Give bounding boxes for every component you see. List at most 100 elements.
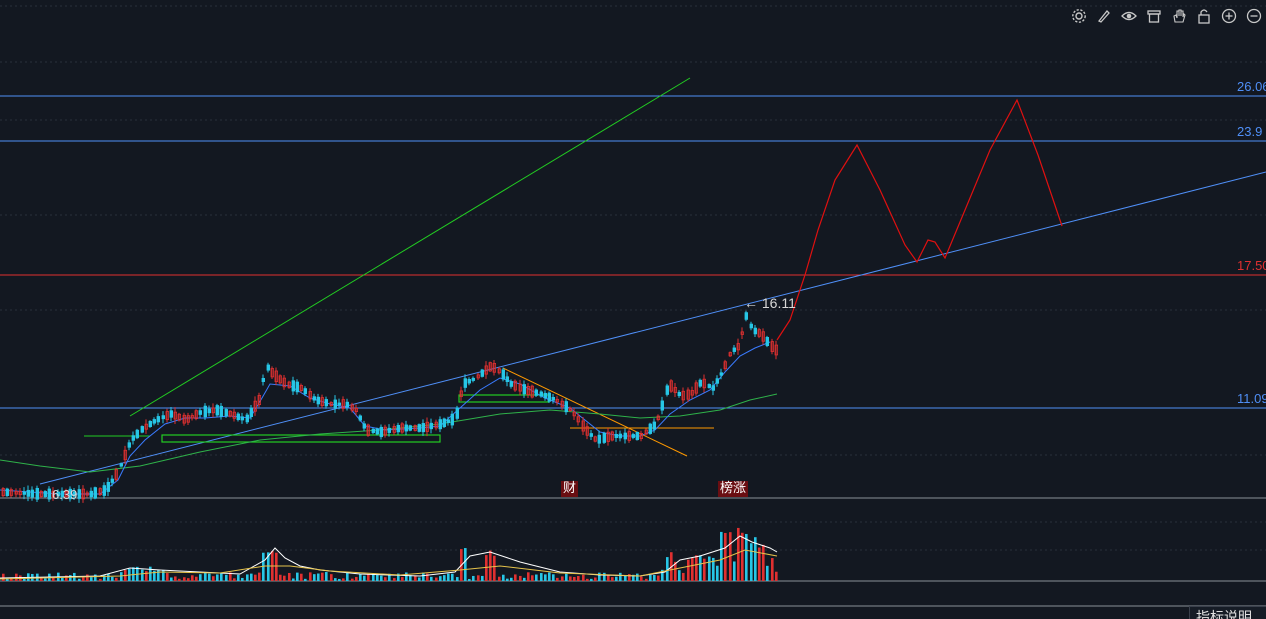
- zoom-out-icon[interactable]: [1241, 5, 1266, 27]
- candle-body: [707, 384, 711, 388]
- candles: [1, 310, 778, 503]
- volume-bar: [682, 572, 685, 581]
- candle-body: [249, 407, 253, 418]
- volume-bar: [208, 573, 211, 581]
- candle-body: [207, 408, 211, 414]
- candle-body: [543, 392, 547, 399]
- candle-body: [5, 488, 9, 496]
- candle-body: [22, 491, 26, 495]
- event-tag-ranking[interactable]: 榜涨: [718, 481, 749, 497]
- candle-body: [396, 424, 400, 433]
- candle-body: [429, 422, 433, 430]
- candle-body: [648, 423, 652, 434]
- volume-bar: [300, 573, 303, 581]
- volume-bar: [401, 577, 404, 581]
- candle-body: [387, 427, 391, 433]
- volume-bar: [502, 574, 505, 581]
- volume-bar: [191, 575, 194, 581]
- volume-bar: [586, 578, 589, 581]
- volume-bar: [691, 557, 694, 581]
- candle-body: [358, 415, 362, 421]
- volume-bar: [141, 569, 144, 581]
- candle-body: [446, 419, 450, 424]
- volume-bar: [325, 572, 328, 581]
- candle-body: [660, 400, 664, 411]
- candle-body: [156, 416, 160, 423]
- volume-bar: [359, 574, 362, 581]
- volume-bar: [737, 527, 740, 581]
- candle-body: [215, 405, 219, 416]
- volume-bar: [170, 577, 173, 581]
- volume-bar: [510, 577, 513, 581]
- volume-bar: [241, 577, 244, 581]
- candle-body: [93, 487, 97, 499]
- candle-body: [719, 372, 723, 376]
- candle-body: [102, 485, 106, 496]
- candle-body: [744, 312, 748, 320]
- candle-body: [291, 380, 295, 392]
- candle-body: [677, 391, 681, 397]
- indicator-description-button[interactable]: 指标说明: [1189, 606, 1266, 619]
- candle-body: [589, 433, 593, 437]
- candle-body: [324, 399, 328, 407]
- volume-bar: [477, 575, 480, 581]
- candle-body: [732, 347, 736, 352]
- candle-body: [421, 423, 425, 433]
- volume-bar: [225, 574, 228, 581]
- volume-ma-yellow: [0, 549, 778, 580]
- event-tag-finance[interactable]: 财: [561, 481, 579, 497]
- volume-bar: [187, 578, 190, 581]
- trash-icon[interactable]: [1141, 5, 1166, 27]
- volume-bar: [556, 577, 559, 581]
- volume-bar: [418, 577, 421, 581]
- volume-bar: [2, 573, 5, 581]
- zoom-in-icon[interactable]: [1216, 5, 1241, 27]
- volume-bar: [363, 575, 366, 581]
- candle-body: [333, 399, 337, 409]
- volume-bar: [367, 574, 370, 581]
- candle-body: [152, 419, 156, 424]
- candle-body: [203, 405, 207, 418]
- pen-icon[interactable]: [1091, 5, 1116, 27]
- volume-bar: [430, 576, 433, 581]
- candle-body: [295, 381, 299, 393]
- lock-icon[interactable]: [1191, 5, 1216, 27]
- volume-bar: [603, 572, 606, 581]
- candle-body: [224, 409, 228, 417]
- chart-toolbar: [1066, 5, 1266, 27]
- volume-bar: [720, 531, 723, 581]
- volume-bar: [733, 561, 736, 581]
- candle-body: [345, 401, 349, 408]
- volume-bar: [636, 573, 639, 581]
- candle-body: [635, 431, 639, 441]
- hand-icon[interactable]: [1166, 5, 1191, 27]
- candle-body: [219, 405, 223, 417]
- candlestick-chart[interactable]: [0, 0, 1266, 619]
- volume-bar: [615, 576, 618, 581]
- volume-bar: [86, 574, 89, 581]
- volume-bar: [309, 572, 312, 581]
- volume-bar: [338, 578, 341, 581]
- candle-body: [127, 442, 131, 448]
- volume-bar: [435, 577, 438, 581]
- volume-bar: [485, 555, 488, 581]
- volume-bar: [111, 576, 114, 581]
- candle-body: [480, 369, 484, 377]
- volume-bar: [569, 576, 572, 581]
- volume-bar: [611, 577, 614, 581]
- volume-bar: [535, 574, 538, 581]
- volume-bar: [687, 559, 690, 581]
- volume-bar: [233, 578, 236, 581]
- volume-bar: [90, 577, 93, 581]
- candle-body: [631, 434, 635, 438]
- volume-bar: [468, 578, 471, 581]
- candle-body: [442, 418, 446, 428]
- volume-bar: [590, 578, 593, 581]
- volume-bar: [275, 552, 278, 581]
- settings-icon[interactable]: [1066, 5, 1091, 27]
- volume-bar: [695, 555, 698, 581]
- volume-bar: [94, 574, 97, 581]
- price-label-17: 17.50: [1237, 258, 1266, 273]
- eye-icon[interactable]: [1116, 5, 1141, 27]
- volume-bar: [279, 574, 282, 581]
